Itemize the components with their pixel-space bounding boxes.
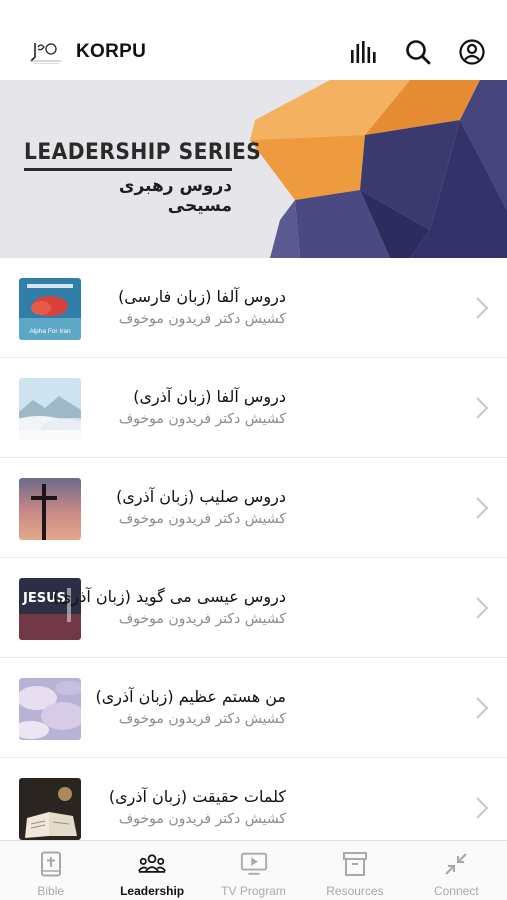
app-header: KORPU bbox=[0, 24, 507, 80]
item-title: دروس آلفا (زبان آذری) bbox=[133, 387, 286, 406]
tab-tv-program[interactable]: TV Program bbox=[203, 841, 304, 900]
pastel-sky-icon bbox=[19, 678, 81, 740]
item-subtitle: کشیش دکتر فریدون موخوف bbox=[118, 611, 286, 627]
tab-connect[interactable]: Connect bbox=[406, 841, 507, 900]
mountain-clouds-icon bbox=[19, 378, 81, 440]
tab-label: Bible bbox=[37, 884, 65, 898]
chevron-right-icon bbox=[476, 797, 489, 819]
item-subtitle: کشیش دکتر فریدون موخوف bbox=[118, 411, 286, 427]
item-title: من هستم عظیم (زبان آذری) bbox=[95, 687, 286, 706]
people-group-icon bbox=[138, 850, 166, 878]
banner-title: LEADERSHIP SERIES bbox=[24, 140, 262, 165]
tab-resources[interactable]: Resources bbox=[304, 841, 405, 900]
item-subtitle: کشیش دکتر فریدون موخوف bbox=[118, 811, 286, 827]
app-title: KORPU bbox=[76, 41, 147, 62]
tv-play-icon bbox=[240, 850, 268, 878]
tab-label: Leadership bbox=[120, 884, 185, 898]
tab-leadership[interactable]: Leadership bbox=[101, 841, 202, 900]
alpha-red-clouds-icon: Alpha For Iran bbox=[19, 278, 81, 340]
bottom-tab-bar: Bible Leadership TV Program Resources Co… bbox=[0, 840, 507, 900]
archive-box-icon bbox=[341, 850, 369, 878]
list-item[interactable]: Alpha For Iran دروس آلفا (زبان فارسی) کش… bbox=[0, 258, 507, 358]
item-title: دروس عیسی می گوید (زبان آذری) bbox=[52, 587, 286, 606]
banner-subtitle: دروس رهبری مسیحی bbox=[118, 176, 232, 216]
chevron-right-icon bbox=[476, 297, 489, 319]
chevron-right-icon bbox=[476, 497, 489, 519]
list-item[interactable]: کلمات حقیقت (زبان آذری) کشیش دکتر فریدون… bbox=[0, 758, 507, 840]
status-bar bbox=[0, 0, 507, 24]
thumbnail-caption: Alpha For Iran bbox=[29, 328, 71, 335]
chevron-right-icon bbox=[476, 397, 489, 419]
leadership-banner[interactable]: LEADERSHIP SERIES دروس رهبری مسیحی bbox=[0, 80, 507, 258]
profile-icon[interactable] bbox=[457, 37, 487, 67]
tab-label: Resources bbox=[326, 884, 384, 898]
tab-label: Connect bbox=[433, 884, 479, 898]
chevron-right-icon bbox=[476, 597, 489, 619]
item-title: کلمات حقیقت (زبان آذری) bbox=[108, 787, 286, 806]
cross-sunset-icon bbox=[19, 478, 81, 540]
arrows-inward-icon bbox=[442, 850, 470, 878]
item-title: دروس صلیب (زبان آذری) bbox=[116, 487, 286, 506]
logo[interactable] bbox=[28, 38, 64, 66]
list-item[interactable]: دروس صلیب (زبان آذری) کشیش دکتر فریدون م… bbox=[0, 458, 507, 558]
item-title: دروس آلفا (زبان فارسی) bbox=[118, 287, 286, 306]
bible-icon bbox=[37, 850, 65, 878]
tab-label: TV Program bbox=[221, 884, 286, 898]
search-icon[interactable] bbox=[403, 37, 433, 67]
chevron-right-icon bbox=[476, 697, 489, 719]
banner-divider bbox=[24, 168, 232, 171]
list-item[interactable]: دروس آلفا (زبان آذری) کشیش دکتر فریدون م… bbox=[0, 358, 507, 458]
item-subtitle: کشیش دکتر فریدون موخوف bbox=[118, 311, 286, 327]
list-item[interactable]: JESUS دروس عیسی می گوید (زبان آذری) کشیش… bbox=[0, 558, 507, 658]
series-list: Alpha For Iran دروس آلفا (زبان فارسی) کش… bbox=[0, 258, 507, 840]
audio-bars-icon[interactable] bbox=[349, 37, 379, 67]
list-item[interactable]: من هستم عظیم (زبان آذری) کشیش دکتر فریدو… bbox=[0, 658, 507, 758]
item-subtitle: کشیش دکتر فریدون موخوف bbox=[118, 511, 286, 527]
tab-bible[interactable]: Bible bbox=[0, 841, 101, 900]
open-bible-icon bbox=[19, 778, 81, 840]
item-subtitle: کشیش دکتر فریدون موخوف bbox=[118, 711, 286, 727]
